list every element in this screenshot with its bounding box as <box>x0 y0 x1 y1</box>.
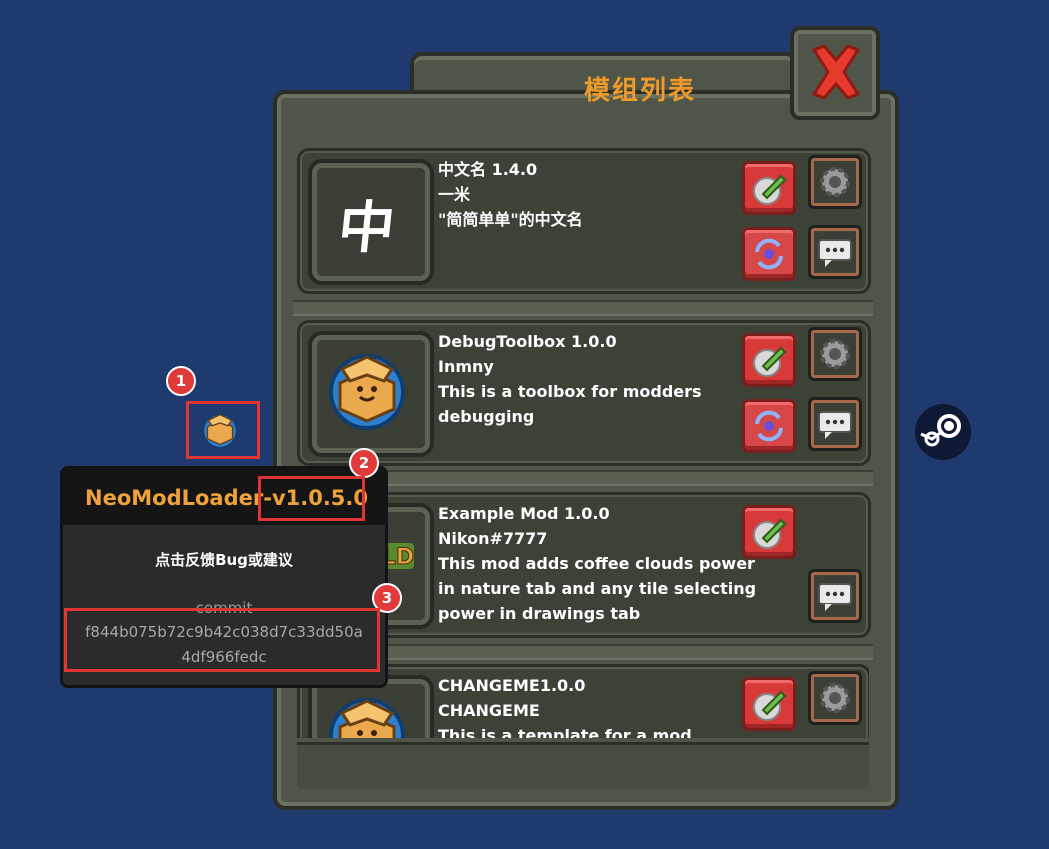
annotation-box-2 <box>258 476 365 521</box>
panel-footer <box>297 742 869 789</box>
mod-author: 一米 <box>438 185 471 204</box>
mod-card: 中 中文名 1.4.0 一米 "简简单单"的中文名 <box>297 148 871 294</box>
reload-icon <box>755 238 783 270</box>
mod-icon-frame: 中 <box>308 159 434 285</box>
chat-button[interactable] <box>808 397 862 451</box>
mod-name-version: Example Mod 1.0.0 <box>438 504 610 523</box>
mod-description: This mod adds coffee clouds power <box>438 554 755 573</box>
steam-icon <box>920 414 961 447</box>
gear-icon <box>820 167 850 197</box>
settings-button[interactable] <box>808 327 862 381</box>
mod-loader-button[interactable] <box>200 410 240 450</box>
edit-button[interactable] <box>742 161 796 215</box>
steam-button[interactable] <box>915 404 971 460</box>
chat-button[interactable] <box>808 225 862 279</box>
mod-author: Nikon#7777 <box>438 529 548 548</box>
mod-icon-frame <box>308 331 434 457</box>
edit-button[interactable] <box>742 677 796 731</box>
edit-pencil-icon <box>753 174 787 205</box>
open-mods-box-icon <box>202 413 238 449</box>
mod-name-version: 中文名 1.4.0 <box>438 160 538 179</box>
chinese-character-icon: 中 <box>335 195 398 261</box>
mod-description: This is a template for a mod <box>438 726 692 738</box>
reload-button[interactable] <box>742 227 796 281</box>
settings-button[interactable] <box>808 155 862 209</box>
annotation-box-3 <box>64 608 380 672</box>
edit-pencil-icon <box>753 346 787 377</box>
mod-description: This is a toolbox for modders <box>438 382 702 401</box>
open-mods-box-icon <box>329 354 405 430</box>
reload-button[interactable] <box>742 399 796 453</box>
gear-icon <box>820 683 850 713</box>
close-button[interactable] <box>790 26 880 120</box>
edit-button[interactable] <box>742 505 796 559</box>
open-mods-box-icon <box>329 698 405 738</box>
edit-button[interactable] <box>742 333 796 387</box>
mod-description: debugging <box>438 407 535 426</box>
close-x-icon <box>811 44 861 100</box>
annotation-badge-1: 1 <box>166 366 196 396</box>
mod-description: in nature tab and any tile selecting <box>438 579 757 598</box>
chat-bubble-icon <box>818 583 852 611</box>
chat-bubble-icon <box>818 239 852 267</box>
mod-card: DebugToolbox 1.0.0 Inmny This is a toolb… <box>297 320 871 466</box>
gear-icon <box>820 339 850 369</box>
edit-pencil-icon <box>753 518 787 549</box>
mod-name-version: DebugToolbox 1.0.0 <box>438 332 617 351</box>
chat-bubble-icon <box>818 411 852 439</box>
reload-icon <box>755 410 783 442</box>
mod-description: "简简单单"的中文名 <box>438 210 583 229</box>
mod-author: CHANGEME <box>438 701 540 720</box>
mod-description: power in drawings tab <box>438 604 641 623</box>
mod-name-version: CHANGEME1.0.0 <box>438 676 586 695</box>
mod-author: Inmny <box>438 357 494 376</box>
settings-button[interactable] <box>808 671 862 725</box>
feedback-link[interactable]: 点击反馈Bug或建议 <box>63 549 385 570</box>
loader-name: NeoModLoader- <box>85 486 272 510</box>
edit-pencil-icon <box>753 690 787 721</box>
annotation-badge-2: 2 <box>349 448 379 478</box>
chat-button[interactable] <box>808 569 862 623</box>
